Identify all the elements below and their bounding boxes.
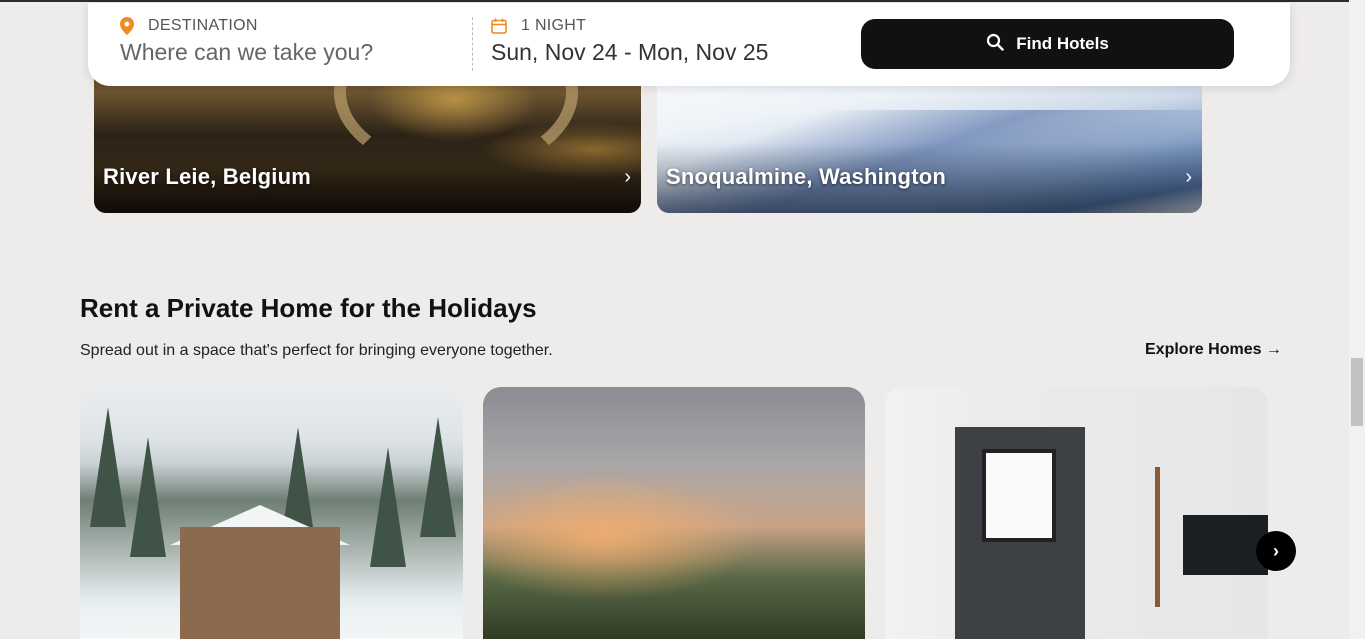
nights-label: 1 NIGHT: [521, 17, 587, 34]
cabin-shape: [180, 527, 340, 639]
wall-art: [982, 449, 1056, 542]
destination-name: River Leie, Belgium: [103, 164, 311, 189]
tree-shape: [90, 407, 126, 527]
home-card-modern-living-room[interactable]: [885, 387, 1268, 639]
section-subtitle: Spread out in a space that's perfect for…: [80, 342, 553, 359]
section-title: Rent a Private Home for the Holidays: [80, 293, 537, 323]
search-icon: [986, 33, 1004, 56]
find-hotels-label: Find Hotels: [1016, 34, 1109, 53]
dates-value[interactable]: Sun, Nov 24 - Mon, Nov 25: [491, 39, 768, 66]
find-hotels-button[interactable]: Find Hotels: [861, 19, 1234, 69]
tree-shape: [130, 437, 166, 557]
chevron-right-icon: ›: [624, 166, 631, 188]
field-divider: [472, 17, 473, 71]
carousel-next-button[interactable]: ›: [1256, 531, 1296, 571]
hotel-search-bar: DESTINATION Where can we take you? 1 NIG…: [88, 3, 1290, 86]
dates-field[interactable]: 1 NIGHT Sun, Nov 24 - Mon, Nov 25: [491, 17, 768, 66]
destination-label: DESTINATION: [148, 17, 258, 34]
home-card-tropical-pavilion[interactable]: [483, 387, 865, 639]
top-edge-line: [0, 0, 1349, 2]
scrollbar-thumb[interactable]: [1351, 358, 1363, 426]
tree-shape: [420, 417, 456, 537]
destination-name: Snoqualmine, Washington: [666, 164, 946, 189]
calendar-icon: [491, 18, 507, 34]
page-scrollbar[interactable]: [1349, 0, 1365, 639]
chevron-right-icon: ›: [1185, 166, 1192, 188]
explore-homes-link[interactable]: Explore Homes →: [1145, 341, 1282, 359]
destination-field[interactable]: DESTINATION Where can we take you?: [120, 17, 373, 66]
tree-shape: [370, 447, 406, 567]
destination-input[interactable]: Where can we take you?: [120, 39, 373, 66]
map-pin-icon: [120, 17, 134, 35]
tv-shape: [1183, 515, 1268, 575]
home-card-snowy-cabin[interactable]: [80, 387, 463, 639]
